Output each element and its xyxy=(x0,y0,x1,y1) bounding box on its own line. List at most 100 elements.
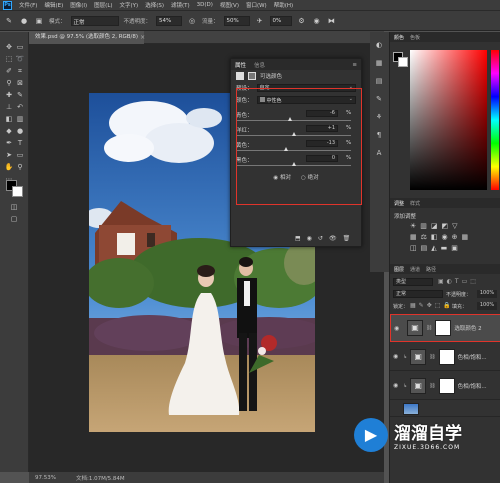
adjust-filter-icon[interactable]: ◐ xyxy=(447,278,452,285)
curves-icon[interactable]: ◪ xyxy=(431,222,438,230)
lookup-icon[interactable]: ▦ xyxy=(462,233,469,241)
zoom-tool-icon[interactable]: ⚲ xyxy=(15,162,25,172)
tab-info[interactable]: 信息 xyxy=(254,61,265,69)
threshold-icon[interactable]: ◭ xyxy=(431,244,436,252)
brightness-icon[interactable]: ☀ xyxy=(410,222,416,230)
lock-pixels-icon[interactable]: ▦ xyxy=(410,302,416,309)
tab-layers[interactable]: 图层 xyxy=(394,266,404,273)
layer-kind-filter[interactable]: 类型 xyxy=(393,278,433,286)
airbrush-icon[interactable]: ✈ xyxy=(255,16,265,26)
menu-view[interactable]: 视图(V) xyxy=(220,1,239,9)
tab-styles[interactable]: 样式 xyxy=(410,200,420,207)
tab-channels[interactable]: 通道 xyxy=(410,266,420,273)
layer-name[interactable]: 色相/饱和... xyxy=(458,353,487,361)
document-tab[interactable]: 效果.psd @ 97.5% (选取颜色 2, RGB/8) xyxy=(29,30,145,44)
bw-icon[interactable]: ◧ xyxy=(431,233,438,241)
lock-artboard-icon[interactable]: ⬚ xyxy=(435,302,441,309)
panel-menu-icon[interactable]: ≡ xyxy=(352,62,357,68)
gradient-map-icon[interactable]: ▬ xyxy=(441,244,448,252)
visibility-eye-icon[interactable]: ◉ xyxy=(393,353,400,360)
layer-row[interactable]: ◉ ▣ ⛓ 选取颜色 2 xyxy=(390,314,500,342)
shape-filter-icon[interactable]: ▭ xyxy=(462,278,468,285)
hue-sat-icon[interactable]: ▦ xyxy=(410,233,417,241)
menu-layer[interactable]: 图层(L) xyxy=(94,1,112,9)
layer-row[interactable]: ◉ ↳ ▣ ⛓ 色相/饱和... xyxy=(390,372,500,400)
close-tab-icon[interactable]: × xyxy=(140,34,145,41)
paragraph-icon[interactable]: ¶ xyxy=(374,130,384,140)
selective-color-icon[interactable]: ▣ xyxy=(451,244,458,252)
screen-mode-icon[interactable]: ▢ xyxy=(9,214,19,224)
menu-help[interactable]: 帮助(H) xyxy=(274,1,293,9)
quick-select-tool-icon[interactable]: ✐ xyxy=(4,66,14,76)
pen-tool-icon[interactable]: ✒ xyxy=(4,138,14,148)
brush-settings-icon[interactable]: ✎ xyxy=(374,94,384,104)
tab-adjustments[interactable]: 调整 xyxy=(394,200,404,207)
hand-tool-icon[interactable]: ✋ xyxy=(4,162,14,172)
flow-field[interactable]: 50% xyxy=(223,15,250,26)
tab-swatches[interactable]: 色板 xyxy=(410,34,420,41)
type-filter-icon[interactable]: T xyxy=(455,278,459,285)
move-tool-icon[interactable]: ✥ xyxy=(4,42,14,52)
photo-filter-icon[interactable]: ◉ xyxy=(442,233,448,241)
character-icon[interactable]: A xyxy=(374,148,384,158)
invert-icon[interactable]: ◫ xyxy=(410,244,417,252)
smart-filter-icon[interactable]: ⬚ xyxy=(470,278,476,285)
clone-source-icon[interactable]: ⚘ xyxy=(374,112,384,122)
brush-tool-icon-2[interactable]: ✎ xyxy=(15,90,25,100)
posterize-icon[interactable]: ▤ xyxy=(421,244,428,252)
layer-name[interactable]: 选取颜色 2 xyxy=(454,324,481,332)
history-brush-tool-icon[interactable]: ↶ xyxy=(15,102,25,112)
reset-icon[interactable]: ↺ xyxy=(318,235,323,242)
pressure-size-icon[interactable]: ◉ xyxy=(312,16,322,26)
menu-type[interactable]: 文字(Y) xyxy=(120,1,139,9)
lock-move-icon[interactable]: ✥ xyxy=(427,302,432,309)
delete-icon[interactable]: 🗑 xyxy=(343,235,351,242)
dodge-tool-icon[interactable]: ● xyxy=(15,126,25,136)
adjust-panel-icon[interactable]: ▦ xyxy=(374,58,384,68)
crop-tool-icon[interactable]: ⌗ xyxy=(15,66,25,76)
marquee-tool-icon[interactable]: ⬚ xyxy=(4,54,14,64)
artboard-tool-icon[interactable]: ▭ xyxy=(15,42,25,52)
healing-tool-icon[interactable]: ✚ xyxy=(4,90,14,100)
color-panel-icon[interactable]: ◐ xyxy=(374,40,384,50)
tab-properties[interactable]: 属性 xyxy=(235,61,246,69)
channel-mixer-icon[interactable]: ⊕ xyxy=(452,233,458,241)
layer-opacity-field[interactable]: 100% xyxy=(477,290,497,298)
menu-file[interactable]: 文件(F) xyxy=(19,1,37,9)
path-select-tool-icon[interactable]: ➤ xyxy=(4,150,14,160)
color-field[interactable] xyxy=(410,50,487,190)
layer-name[interactable]: 色相/饱和... xyxy=(458,382,487,390)
brush-tool-icon[interactable]: ✎ xyxy=(4,16,14,26)
pressure-opacity-icon[interactable]: ◎ xyxy=(187,16,197,26)
zoom-level[interactable]: 97.53% xyxy=(35,475,56,481)
quick-mask-icon[interactable]: ◫ xyxy=(9,202,19,212)
tab-paths[interactable]: 路径 xyxy=(426,266,436,273)
brush-panel-icon[interactable]: ▣ xyxy=(34,16,44,26)
mask-icon[interactable] xyxy=(248,72,256,80)
pixel-filter-icon[interactable]: ▣ xyxy=(438,278,444,285)
layer-mask-thumb[interactable] xyxy=(435,320,452,336)
layer-row[interactable]: ◉ ↳ ▣ ⛓ 色相/饱和... xyxy=(390,343,500,371)
visibility-icon[interactable]: 👁 xyxy=(329,235,337,242)
color-balance-icon[interactable]: ⚖ xyxy=(421,233,427,241)
fill-field[interactable]: 100% xyxy=(477,302,497,310)
clip-to-layer-icon[interactable]: ⬒ xyxy=(295,235,301,242)
histogram-icon[interactable]: ▤ xyxy=(374,76,384,86)
menu-3d[interactable]: 3D(D) xyxy=(197,2,213,8)
tab-color[interactable]: 颜色 xyxy=(394,34,404,41)
settings-gear-icon[interactable]: ⚙ xyxy=(297,16,307,26)
opacity-field[interactable]: 54% xyxy=(156,15,183,26)
layer-mask-thumb[interactable] xyxy=(438,348,455,365)
brush-preset-icon[interactable]: ● xyxy=(19,16,29,26)
eyedropper-tool-icon[interactable]: ⚲ xyxy=(4,78,14,88)
eraser-tool-icon[interactable]: ◧ xyxy=(4,114,14,124)
view-previous-icon[interactable]: ◉ xyxy=(307,235,312,242)
blend-mode-select[interactable]: 正常 xyxy=(393,290,443,298)
visibility-eye-icon[interactable]: ◉ xyxy=(394,325,401,332)
hue-slider[interactable] xyxy=(491,50,499,190)
menu-edit[interactable]: 编辑(E) xyxy=(44,1,63,9)
bg-color-chip[interactable] xyxy=(398,57,408,67)
exposure-icon[interactable]: ◩ xyxy=(442,222,449,230)
mode-select[interactable]: 正常 xyxy=(70,15,119,26)
smoothing-field[interactable]: 0% xyxy=(269,15,292,26)
